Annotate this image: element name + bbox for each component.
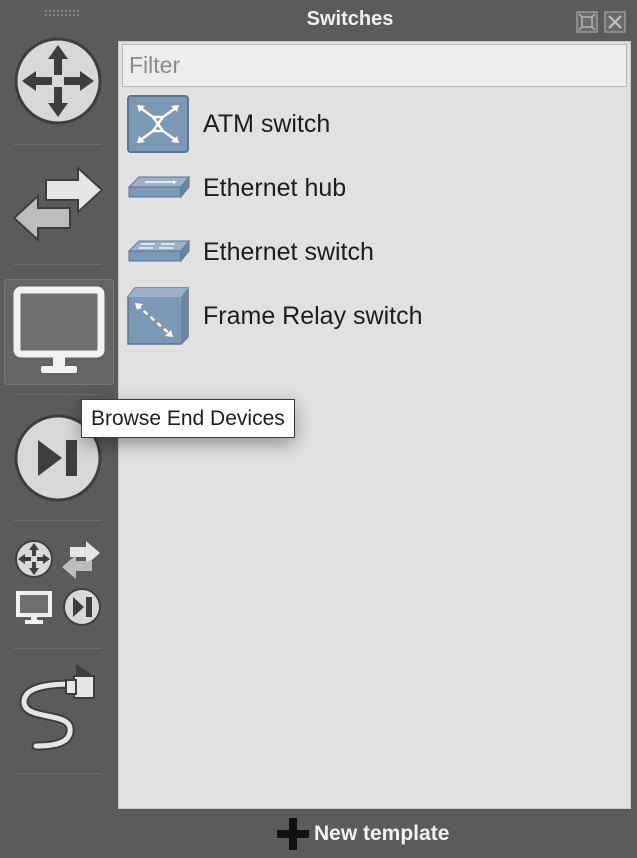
switch-arrows-icon [12, 165, 104, 243]
new-template-label: New template [314, 822, 450, 845]
monitor-icon [13, 286, 105, 373]
float-dock-button[interactable] [576, 11, 598, 33]
tooltip: Browse End Devices [81, 399, 295, 438]
cable-icon [19, 664, 95, 751]
browse-end-devices-button[interactable] [4, 279, 114, 385]
frame-relay-switch-icon [127, 287, 189, 345]
dock-title: Switches [306, 8, 394, 30]
ethernet-hub-icon [127, 175, 191, 199]
device-label: ATM switch [203, 109, 331, 138]
router-icon [14, 37, 102, 125]
browse-all-devices-button[interactable] [12, 535, 104, 627]
device-item-atm-switch[interactable]: ATM switch [125, 93, 625, 155]
float-icon [576, 11, 598, 33]
plus-icon [277, 818, 309, 850]
device-label: Ethernet hub [203, 173, 347, 202]
atm-switch-icon [127, 95, 189, 153]
browse-switches-button[interactable] [12, 162, 104, 254]
browse-routers-button[interactable] [12, 35, 104, 127]
add-link-button[interactable] [12, 662, 104, 754]
filter-input[interactable] [122, 44, 627, 87]
device-item-frame-relay-switch[interactable]: Frame Relay switch [125, 285, 625, 347]
close-icon [604, 11, 626, 33]
device-label: Ethernet switch [203, 237, 374, 266]
new-template-button[interactable]: New template [276, 817, 449, 851]
ethernet-switch-icon [127, 239, 191, 263]
device-label: Frame Relay switch [203, 301, 423, 330]
close-dock-button[interactable] [604, 11, 626, 33]
device-item-ethernet-hub[interactable]: Ethernet hub [125, 157, 625, 219]
all-devices-icon [15, 540, 101, 626]
device-item-ethernet-switch[interactable]: Ethernet switch [125, 221, 625, 283]
